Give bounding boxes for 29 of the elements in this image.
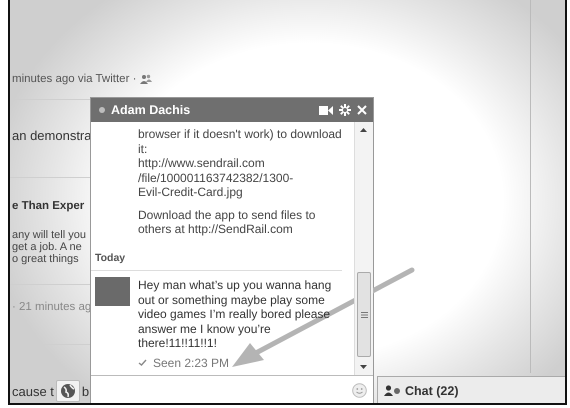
- chat-message: Download the app to send files to others at http://SendRail.com: [137, 208, 316, 236]
- scrollbar[interactable]: [354, 122, 373, 375]
- chat-bar[interactable]: Chat (22): [377, 376, 565, 403]
- story-title: e Than Exper: [12, 200, 86, 212]
- photo-placeholder: [95, 277, 130, 306]
- grip-icon: [360, 312, 368, 318]
- privacy-button[interactable]: [56, 380, 80, 402]
- post-timestamp: minutes ago via Twitter ·: [12, 73, 136, 85]
- person-icon: [384, 385, 401, 396]
- chat-title: Adam Dachis: [111, 103, 192, 117]
- chat-message: Hey man what’s up you wanna hang out or something maybe play some video games I’m really bored please answer me I know you’re there!11!!11!!1!: [138, 278, 332, 350]
- story-snippet: any will tell you get a job. A ne o great things: [12, 229, 86, 265]
- post-text: cause t: [12, 384, 54, 398]
- friends-icon: [140, 74, 152, 84]
- scroll-down-icon[interactable]: [360, 365, 367, 369]
- post-text: an demonstra: [12, 128, 92, 143]
- seen-status: Seen 2:23 PM: [153, 356, 230, 370]
- video-camera-icon[interactable]: [319, 106, 333, 114]
- chat-bar-label: Chat (22): [405, 384, 458, 398]
- smiley-icon[interactable]: [352, 382, 367, 398]
- close-icon[interactable]: [357, 105, 367, 115]
- chat-message: browser if it doesn't work) to download it: http://www.sendrail.com /file/100001163742382/1300- Evil-Credit-Card.jpg: [137, 127, 343, 200]
- globe-icon: [60, 383, 76, 399]
- scroll-up-icon[interactable]: [360, 128, 367, 132]
- day-divider: Today: [91, 244, 342, 271]
- settings-icon[interactable]: [339, 104, 351, 116]
- post-text: b: [82, 384, 90, 398]
- scrollbar-thumb[interactable]: [357, 272, 371, 357]
- check-icon: [138, 359, 147, 366]
